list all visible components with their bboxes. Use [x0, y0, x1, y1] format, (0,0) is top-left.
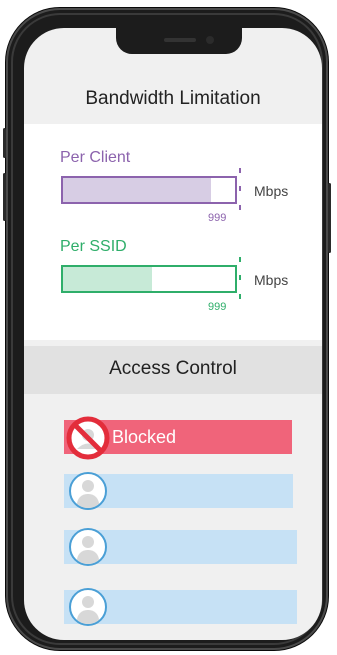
bar-tick — [239, 205, 241, 210]
per-ssid-limit-bar[interactable] — [61, 265, 237, 293]
per-client-label: Per Client — [60, 149, 131, 166]
access-control-title: Access Control — [109, 358, 237, 379]
blocked-label: Blocked — [112, 427, 177, 447]
bar-tick — [239, 275, 241, 280]
per-ssid-unit: Mbps — [254, 272, 289, 288]
front-camera — [206, 36, 214, 44]
phone-side-button — [3, 173, 6, 221]
per-client-unit: Mbps — [254, 183, 289, 199]
access-control-header: Access Control — [24, 346, 322, 394]
speaker-grille — [164, 38, 196, 42]
user-avatar-icon — [69, 588, 107, 626]
per-client-max: 999 — [208, 212, 227, 224]
per-ssid-bar-fill — [63, 267, 153, 291]
bandwidth-title: Bandwidth Limitation — [85, 88, 261, 109]
bar-tick — [239, 186, 241, 191]
phone-frame: Bandwidth Limitation Per Client Mbps 999… — [3, 8, 331, 650]
per-ssid-max: 999 — [208, 301, 227, 313]
bar-tick — [239, 294, 241, 299]
phone-notch — [116, 28, 242, 54]
phone-side-button — [328, 183, 331, 253]
bandwidth-panel: Per Client Mbps 999 Per SSID Mbps 999 — [24, 124, 322, 340]
per-ssid-label: Per SSID — [60, 238, 127, 255]
bar-tick — [239, 257, 241, 262]
per-client-limit-bar[interactable] — [61, 176, 237, 204]
user-avatar-icon — [69, 472, 107, 510]
no-entry-icon — [66, 416, 110, 460]
per-client-bar-fill — [63, 178, 211, 202]
user-avatar-icon — [69, 528, 107, 566]
bar-tick — [239, 168, 241, 173]
phone-side-button — [3, 128, 6, 158]
phone-screen: Bandwidth Limitation Per Client Mbps 999… — [24, 28, 322, 640]
